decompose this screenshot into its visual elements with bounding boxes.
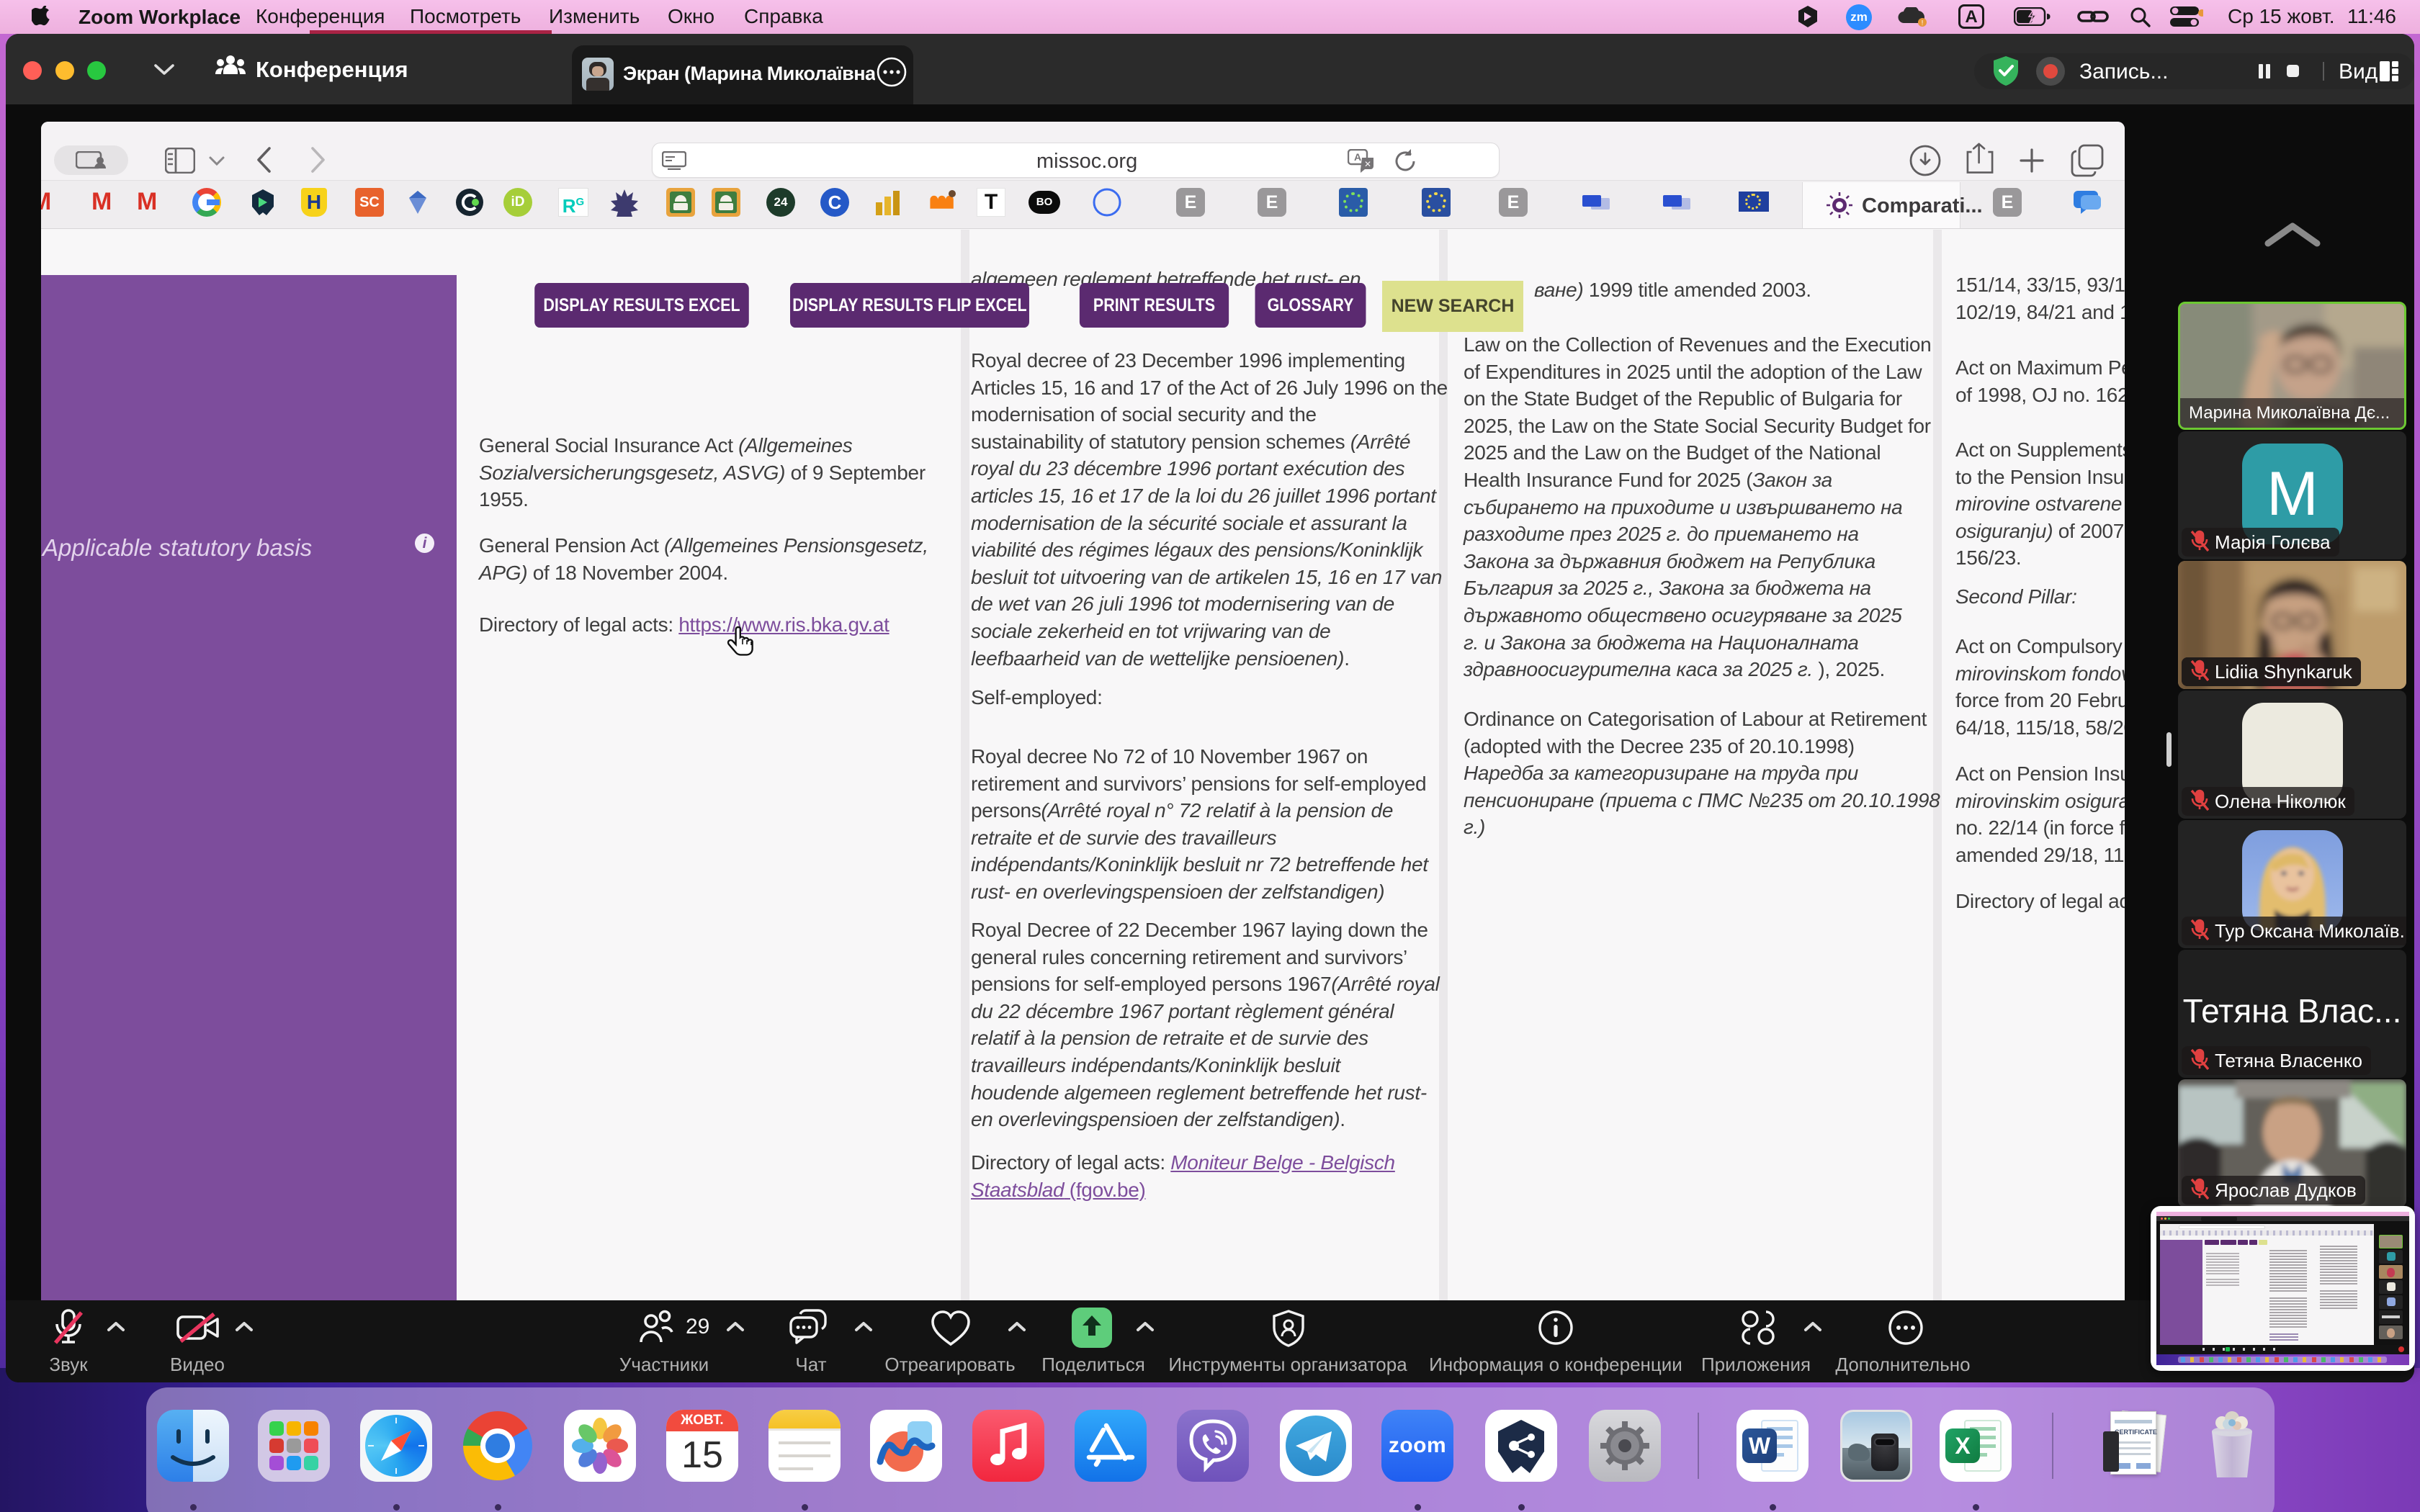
- svg-text:✕: ✕: [1364, 159, 1371, 169]
- svg-text:!: !: [1922, 19, 1924, 27]
- svg-text:A: A: [1354, 151, 1361, 163]
